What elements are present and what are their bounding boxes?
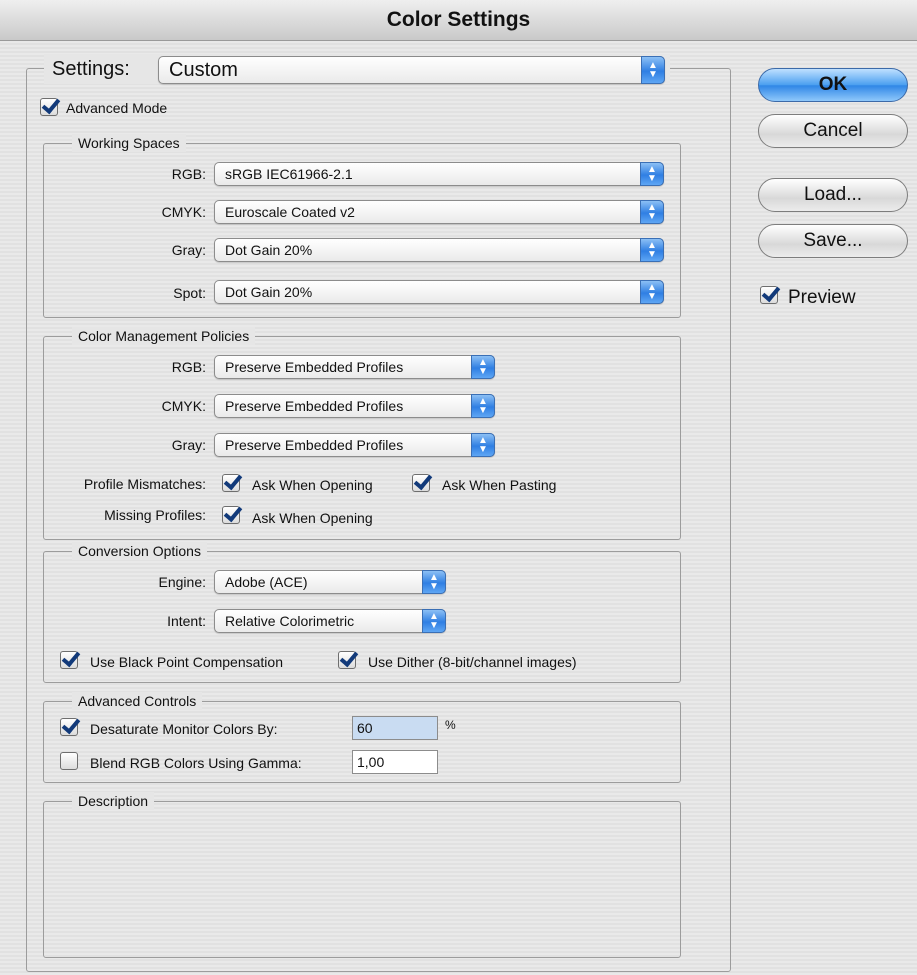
policy-gray-value: Preserve Embedded Profiles	[225, 437, 404, 453]
policy-cmyk-label: CMYK:	[161, 398, 206, 414]
settings-popup[interactable]: Custom ▲ ▼	[158, 56, 665, 84]
popup-arrow-icon: ▲ ▼	[640, 280, 664, 304]
engine-value: Adobe (ACE)	[225, 574, 308, 590]
dither-checkbox[interactable]	[338, 651, 356, 669]
popup-arrow-icon: ▲ ▼	[471, 433, 495, 457]
popup-arrow-icon: ▲ ▼	[640, 238, 664, 262]
ws-rgb-value: sRGB IEC61966-2.1	[225, 166, 353, 182]
save-button[interactable]: Save...	[758, 224, 908, 258]
ws-gray-value: Dot Gain 20%	[225, 242, 313, 258]
advanced-mode-label: Advanced Mode	[66, 100, 168, 116]
policy-gray-label: Gray:	[171, 437, 206, 453]
black-point-label: Use Black Point Compensation	[90, 654, 283, 670]
blend-gamma-checkbox[interactable]	[60, 752, 78, 770]
mismatch-ask-pasting-label: Ask When Pasting	[442, 477, 557, 493]
load-button[interactable]: Load...	[758, 178, 908, 212]
ok-button[interactable]: OK	[758, 68, 908, 102]
profile-mismatches-label: Profile Mismatches:	[83, 476, 206, 492]
policy-cmyk-value: Preserve Embedded Profiles	[225, 398, 404, 414]
desaturate-checkbox[interactable]	[60, 718, 78, 736]
ws-spot-label: Spot:	[173, 285, 206, 301]
ws-gray-label: Gray:	[171, 242, 206, 258]
working-spaces-title: Working Spaces	[72, 134, 186, 152]
missing-ask-opening-label: Ask When Opening	[252, 510, 373, 526]
ws-gray-popup[interactable]: Dot Gain 20% ▲ ▼	[214, 238, 664, 262]
missing-ask-opening-checkbox[interactable]	[222, 506, 240, 524]
desaturate-unit: %	[445, 718, 456, 732]
ws-cmyk-value: Euroscale Coated v2	[225, 204, 355, 220]
black-point-checkbox[interactable]	[60, 651, 78, 669]
ws-spot-popup[interactable]: Dot Gain 20% ▲ ▼	[214, 280, 664, 304]
ws-cmyk-popup[interactable]: Euroscale Coated v2 ▲ ▼	[214, 200, 664, 224]
mismatch-ask-opening-label: Ask When Opening	[252, 477, 373, 493]
mismatch-ask-pasting-checkbox[interactable]	[412, 474, 430, 492]
intent-value: Relative Colorimetric	[225, 613, 355, 629]
settings-label: Settings:	[52, 58, 130, 80]
policy-gray-popup[interactable]: Preserve Embedded Profiles ▲ ▼	[214, 433, 495, 457]
missing-profiles-label: Missing Profiles:	[104, 507, 206, 523]
policy-cmyk-popup[interactable]: Preserve Embedded Profiles ▲ ▼	[214, 394, 495, 418]
ws-spot-value: Dot Gain 20%	[225, 284, 313, 300]
popup-arrow-icon: ▲ ▼	[640, 162, 664, 186]
intent-label: Intent:	[167, 613, 206, 629]
description-title: Description	[72, 792, 155, 810]
dither-label: Use Dither (8-bit/channel images)	[368, 654, 577, 670]
ws-rgb-popup[interactable]: sRGB IEC61966-2.1 ▲ ▼	[214, 162, 664, 186]
conversion-title: Conversion Options	[72, 542, 207, 560]
engine-label: Engine:	[158, 574, 206, 590]
mismatch-ask-opening-checkbox[interactable]	[222, 474, 240, 492]
ws-rgb-label: RGB:	[171, 166, 206, 182]
popup-arrow-icon: ▲ ▼	[640, 200, 664, 224]
settings-value: Custom	[169, 59, 238, 81]
policy-rgb-value: Preserve Embedded Profiles	[225, 359, 404, 375]
policy-rgb-popup[interactable]: Preserve Embedded Profiles ▲ ▼	[214, 355, 495, 379]
desaturate-label: Desaturate Monitor Colors By:	[90, 721, 278, 737]
policy-rgb-label: RGB:	[171, 359, 206, 375]
popup-arrow-icon: ▲ ▼	[641, 56, 665, 84]
blend-gamma-label: Blend RGB Colors Using Gamma:	[90, 755, 302, 771]
advanced-mode-checkbox[interactable]	[40, 98, 58, 116]
popup-arrow-icon: ▲ ▼	[471, 394, 495, 418]
cancel-button[interactable]: Cancel	[758, 114, 908, 148]
engine-popup[interactable]: Adobe (ACE) ▲ ▼	[214, 570, 446, 594]
popup-arrow-icon: ▲ ▼	[471, 355, 495, 379]
description-group: Description	[43, 792, 681, 958]
popup-arrow-icon: ▲ ▼	[422, 609, 446, 633]
policies-title: Color Management Policies	[72, 327, 256, 345]
ws-cmyk-label: CMYK:	[161, 204, 206, 220]
desaturate-input[interactable]: 60	[352, 716, 438, 740]
blend-gamma-input[interactable]: 1,00	[352, 750, 438, 774]
window-titlebar: Color Settings	[0, 0, 917, 41]
preview-checkbox[interactable]	[760, 286, 778, 304]
intent-popup[interactable]: Relative Colorimetric ▲ ▼	[214, 609, 446, 633]
preview-label: Preview	[788, 287, 856, 308]
popup-arrow-icon: ▲ ▼	[422, 570, 446, 594]
advanced-controls-title: Advanced Controls	[72, 692, 203, 710]
